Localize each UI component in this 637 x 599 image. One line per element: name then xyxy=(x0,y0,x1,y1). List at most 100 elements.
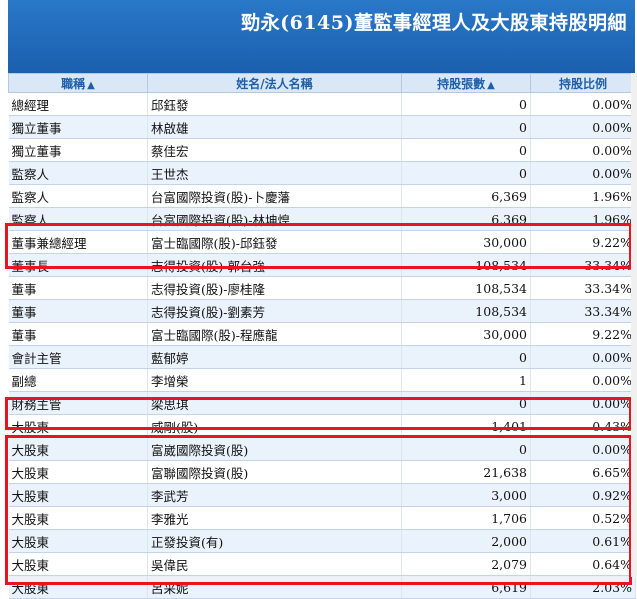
row-title-cell: 大股東 xyxy=(8,483,148,507)
row-shares-cell: 0 xyxy=(401,437,531,461)
row-name-cell: 富聯國際投資(股) xyxy=(147,460,402,484)
column-header-shares[interactable]: 持股張數 ▲ xyxy=(401,73,531,93)
row-shares-cell: 108,534 xyxy=(401,276,531,300)
row-name-cell: 正發投資(有) xyxy=(147,529,402,553)
row-name-cell: 富士臨國際(股)-邱鈺發 xyxy=(147,230,402,254)
table-row: 大股東 呂采妮 6,619 2.03% xyxy=(8,575,636,599)
row-percent-cell: 9.22% xyxy=(530,322,636,346)
row-shares-cell: 0 xyxy=(401,92,531,116)
sort-asc-icon: ▲ xyxy=(87,79,95,91)
table-row: 大股東 正發投資(有) 2,000 0.61% xyxy=(8,529,636,553)
row-name-cell: 台富國際投資(股)-卜慶藩 xyxy=(147,184,402,208)
table-row: 董事 富士臨國際(股)-程應龍 30,000 9.22% xyxy=(8,322,636,346)
row-shares-cell: 0 xyxy=(401,138,531,162)
scrollbar[interactable] xyxy=(631,73,637,577)
sort-asc-icon: ▲ xyxy=(487,79,495,91)
row-percent-cell: 0.61% xyxy=(530,529,636,553)
row-title-cell: 獨立董事 xyxy=(8,138,148,162)
row-percent-cell: 0.00% xyxy=(530,138,636,162)
row-name-cell: 志得投資(股)-廖桂隆 xyxy=(147,276,402,300)
row-title-cell: 大股東 xyxy=(8,506,148,530)
row-shares-cell: 2,000 xyxy=(401,529,531,553)
table-row: 獨立董事 林啟雄 0 0.00% xyxy=(8,115,636,139)
row-name-cell: 台富國際投資(股)-林坤煌 xyxy=(147,207,402,231)
row-name-cell: 吳偉民 xyxy=(147,552,402,576)
row-title-cell: 監察人 xyxy=(8,161,148,185)
row-name-cell: 林啟雄 xyxy=(147,115,402,139)
table-header-row: 職稱 ▲ 姓名/法人名稱 持股張數 ▲ 持股比例 xyxy=(8,73,636,93)
column-header-name[interactable]: 姓名/法人名稱 xyxy=(147,73,402,93)
row-percent-cell: 9.22% xyxy=(530,230,636,254)
row-title-cell: 大股東 xyxy=(8,529,148,553)
row-name-cell: 李雅光 xyxy=(147,506,402,530)
row-shares-cell: 108,534 xyxy=(401,253,531,277)
row-shares-cell: 0 xyxy=(401,391,531,415)
table-row: 獨立董事 蔡佳宏 0 0.00% xyxy=(8,138,636,162)
row-shares-cell: 2,079 xyxy=(401,552,531,576)
table-row: 監察人 王世杰 0 0.00% xyxy=(8,161,636,185)
row-name-cell: 威剛(股) xyxy=(147,414,402,438)
row-percent-cell: 33.34% xyxy=(530,253,636,277)
row-shares-cell: 3,000 xyxy=(401,483,531,507)
row-percent-cell: 0.43% xyxy=(530,414,636,438)
table-row: 監察人 台富國際投資(股)-林坤煌 6,369 1.96% xyxy=(8,207,636,231)
row-percent-cell: 0.00% xyxy=(530,345,636,369)
row-percent-cell: 0.00% xyxy=(530,368,636,392)
row-percent-cell: 0.52% xyxy=(530,506,636,530)
row-percent-cell: 0.00% xyxy=(530,161,636,185)
column-header-title[interactable]: 職稱 ▲ xyxy=(8,73,148,93)
table-row: 會計主管 藍郁婷 0 0.00% xyxy=(8,345,636,369)
row-title-cell: 獨立董事 xyxy=(8,115,148,139)
row-name-cell: 志得投資(股)-郭台強 xyxy=(147,253,402,277)
row-shares-cell: 6,619 xyxy=(401,575,531,599)
row-percent-cell: 2.03% xyxy=(530,575,636,599)
row-name-cell: 富崴國際投資(股) xyxy=(147,437,402,461)
row-name-cell: 蔡佳宏 xyxy=(147,138,402,162)
row-title-cell: 董事 xyxy=(8,299,148,323)
table-row: 監察人 台富國際投資(股)-卜慶藩 6,369 1.96% xyxy=(8,184,636,208)
row-name-cell: 藍郁婷 xyxy=(147,345,402,369)
table-row: 大股東 李雅光 1,706 0.52% xyxy=(8,506,636,530)
holdings-table: 職稱 ▲ 姓名/法人名稱 持股張數 ▲ 持股比例 總經理 邱鈺發 0 0.00% 獨立董事林… xyxy=(8,73,636,599)
row-percent-cell: 6.65% xyxy=(530,460,636,484)
table-row: 大股東 吳偉民 2,079 0.64% xyxy=(8,552,636,576)
row-name-cell: 梁思琪 xyxy=(147,391,402,415)
row-title-cell: 財務主管 xyxy=(8,391,148,415)
row-title-cell: 大股東 xyxy=(8,460,148,484)
row-title-cell: 董事 xyxy=(8,276,148,300)
row-name-cell: 李增榮 xyxy=(147,368,402,392)
row-shares-cell: 1 xyxy=(401,368,531,392)
row-title-cell: 董事長 xyxy=(8,253,148,277)
page-header: 勁永(6145)董監事經理人及大股東持股明細 xyxy=(8,0,635,73)
table-row: 大股東 富崴國際投資(股) 0 0.00% xyxy=(8,437,636,461)
row-title-cell: 總經理 xyxy=(8,92,148,116)
row-percent-cell: 33.34% xyxy=(530,299,636,323)
row-shares-cell: 6,369 xyxy=(401,184,531,208)
row-shares-cell: 30,000 xyxy=(401,322,531,346)
row-title-cell: 會計主管 xyxy=(8,345,148,369)
row-name-cell: 邱鈺發 xyxy=(147,92,402,116)
row-shares-cell: 6,369 xyxy=(401,207,531,231)
row-shares-cell: 0 xyxy=(401,115,531,139)
row-title-cell: 大股東 xyxy=(8,414,148,438)
row-shares-cell: 108,534 xyxy=(401,299,531,323)
row-percent-cell: 1.96% xyxy=(530,207,636,231)
row-percent-cell: 0.64% xyxy=(530,552,636,576)
page-title: 勁永(6145)董監事經理人及大股東持股明細 xyxy=(241,12,627,34)
row-title-cell: 監察人 xyxy=(8,184,148,208)
column-header-percent[interactable]: 持股比例 xyxy=(530,73,636,93)
table-row: 財務主管 梁思琪 0 0.00% xyxy=(8,391,636,415)
row-shares-cell: 1,401 xyxy=(401,414,531,438)
table-row: 董事 志得投資(股)-廖桂隆 108,534 33.34% xyxy=(8,276,636,300)
row-name-cell: 呂采妮 xyxy=(147,575,402,599)
table-body: 總經理 邱鈺發 0 0.00% 獨立董事 林啟雄 0 0.00% 獨立董事 蔡佳宏 0 0.00% 監察… xyxy=(8,92,636,599)
table-row: 大股東 威剛(股) 1,401 0.43% xyxy=(8,414,636,438)
row-percent-cell: 0.92% xyxy=(530,483,636,507)
table-row: 大股東 富聯國際投資(股) 21,638 6.65% xyxy=(8,460,636,484)
row-shares-cell: 0 xyxy=(401,345,531,369)
row-name-cell: 王世杰 xyxy=(147,161,402,185)
row-name-cell: 志得投資(股)-劉素芳 xyxy=(147,299,402,323)
row-title-cell: 監察人 xyxy=(8,207,148,231)
table-row: 董事 志得投資(股)-劉素芳 108,534 33.34% xyxy=(8,299,636,323)
row-name-cell: 李武芳 xyxy=(147,483,402,507)
